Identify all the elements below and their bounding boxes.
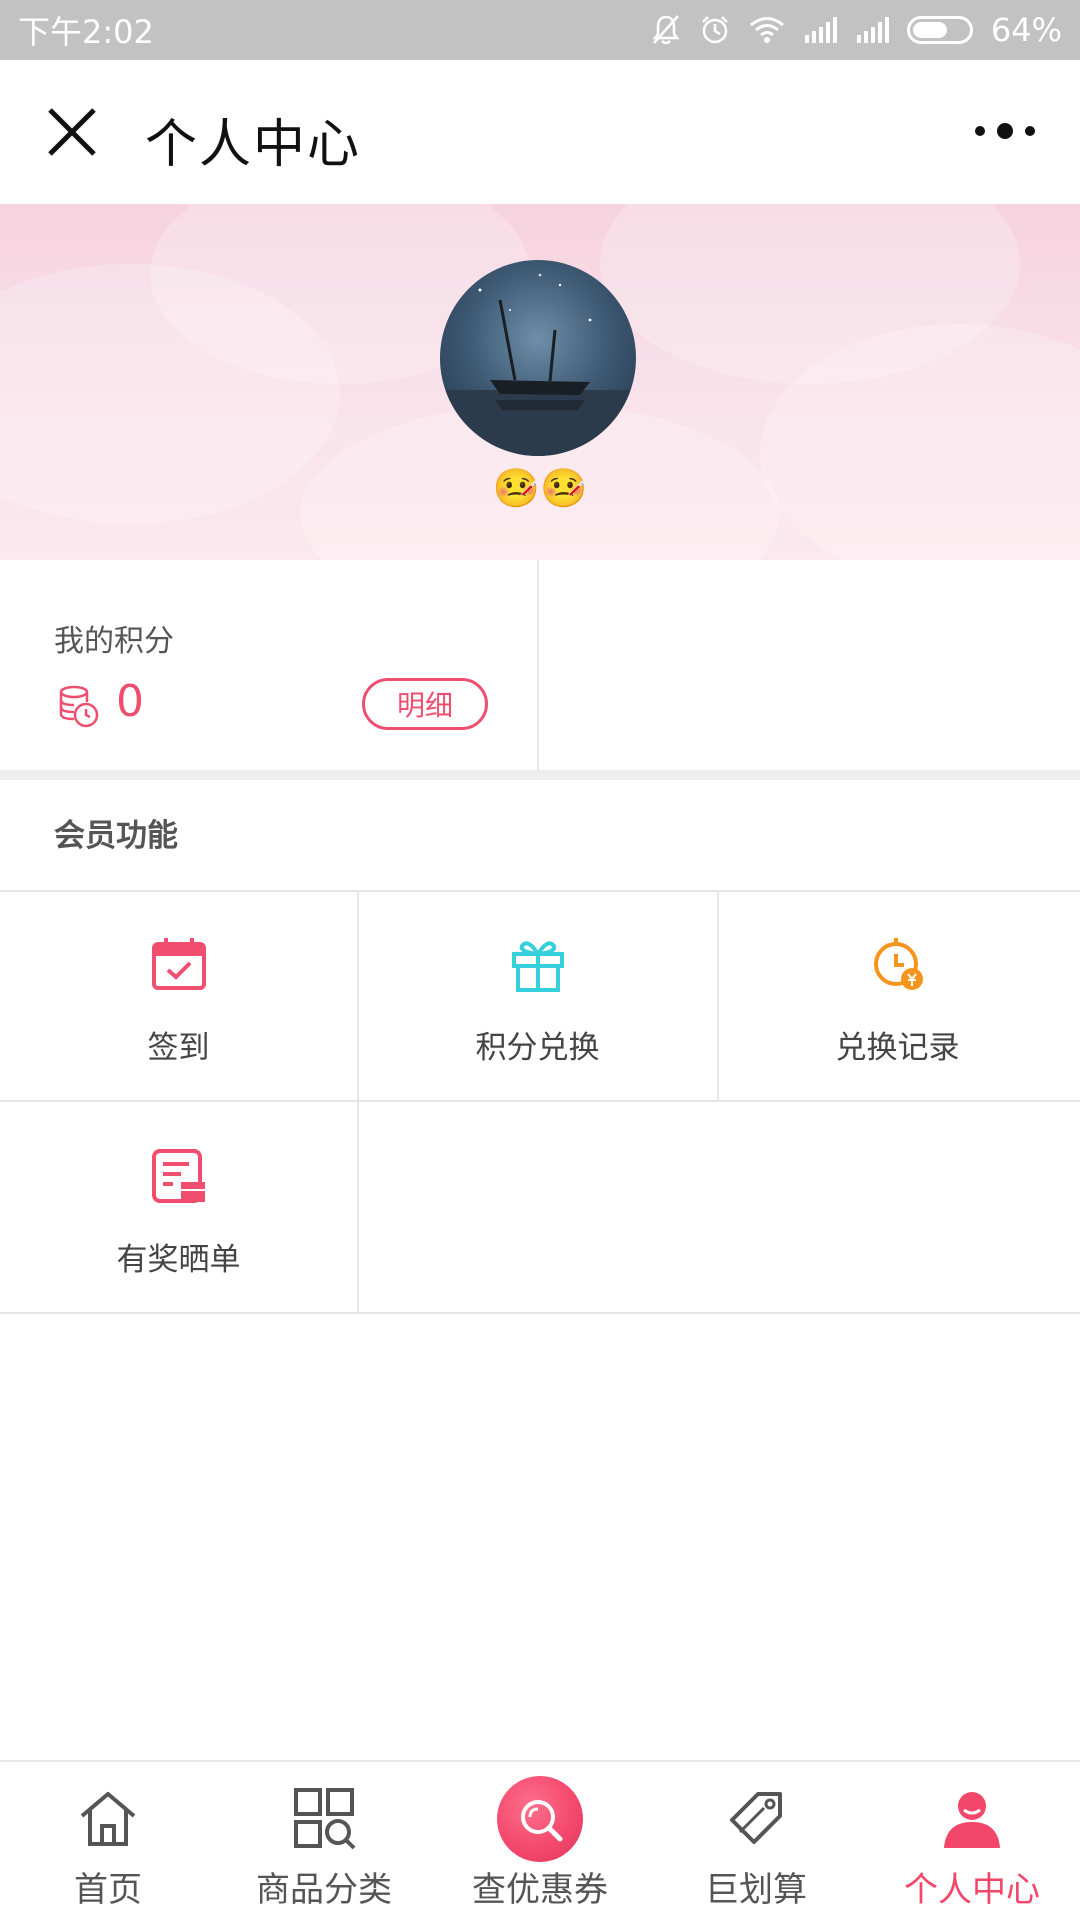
more-button[interactable] [970,116,1040,146]
price-tag-icon [730,1792,782,1844]
points-card: 我的积分 0 明细 [0,560,1080,770]
gift-icon [511,941,564,992]
signal-icon [855,17,889,43]
close-button[interactable] [44,104,100,160]
tab-label: 首页 [74,1870,142,1910]
avatar-image [440,273,636,456]
status-bar: 下午2:02 64% [0,0,1080,60]
member-item-checkin[interactable]: 签到 [0,892,357,1101]
page-title: 个人中心 [145,115,362,175]
battery-percent: 64% [990,11,1062,49]
member-item-label: 积分兑换 [475,1030,600,1066]
tab-label: 个人中心 [904,1870,1040,1910]
calendar-check-icon [151,938,206,990]
profile-banner: 🤒🤒 [0,204,1080,560]
status-icons: 64% [651,11,1062,49]
member-item-exchange-record[interactable]: 兑换记录 [719,892,1076,1101]
avatar[interactable] [440,260,636,456]
member-section-title: 会员功能 [54,818,178,854]
title-bar: 个人中心 [0,60,1080,204]
tab-label: 巨划算 [705,1870,807,1910]
user-icon [944,1792,1000,1848]
points-divider [537,560,539,770]
member-item-share-order[interactable]: 有奖晒单 [0,1104,357,1313]
battery-icon [906,16,973,44]
tab-deals[interactable]: 巨划算 [648,1762,864,1920]
member-item-label: 有奖晒单 [116,1242,241,1278]
section-separator [0,770,1080,780]
member-item-label: 兑换记录 [835,1030,960,1066]
clock-yen-icon [873,938,923,990]
bottom-tab-bar: 首页 商品分类 查优惠券 巨划算 个人中心 [0,1760,1080,1920]
points-value: 0 [116,676,144,727]
mute-bell-icon [651,14,681,46]
tab-label: 商品分类 [256,1870,392,1910]
points-label: 我的积分 [54,624,174,659]
alarm-icon [699,14,731,46]
tab-label: 查优惠券 [472,1870,608,1910]
wifi-icon [749,16,785,44]
status-time: 下午2:02 [18,13,154,51]
tab-category[interactable]: 商品分类 [216,1762,432,1920]
tab-profile[interactable]: 个人中心 [864,1762,1080,1920]
receipt-gift-icon [151,1149,205,1203]
signal-icon [803,17,837,43]
nickname: 🤒🤒 [492,466,588,510]
tab-home[interactable]: 首页 [0,1762,216,1920]
points-detail-button[interactable]: 明细 [362,678,488,730]
search-coupon-icon [521,1800,563,1842]
coins-icon [59,685,99,728]
close-icon [48,108,96,156]
member-item-points-exchange[interactable]: 积分兑换 [359,892,716,1101]
more-dots-icon [975,123,1035,139]
tab-coupon-search[interactable]: 查优惠券 [432,1762,648,1920]
coupon-search-button [497,1776,583,1862]
home-icon [80,1792,136,1846]
member-item-label: 签到 [147,1030,210,1066]
category-grid-icon [294,1788,356,1850]
